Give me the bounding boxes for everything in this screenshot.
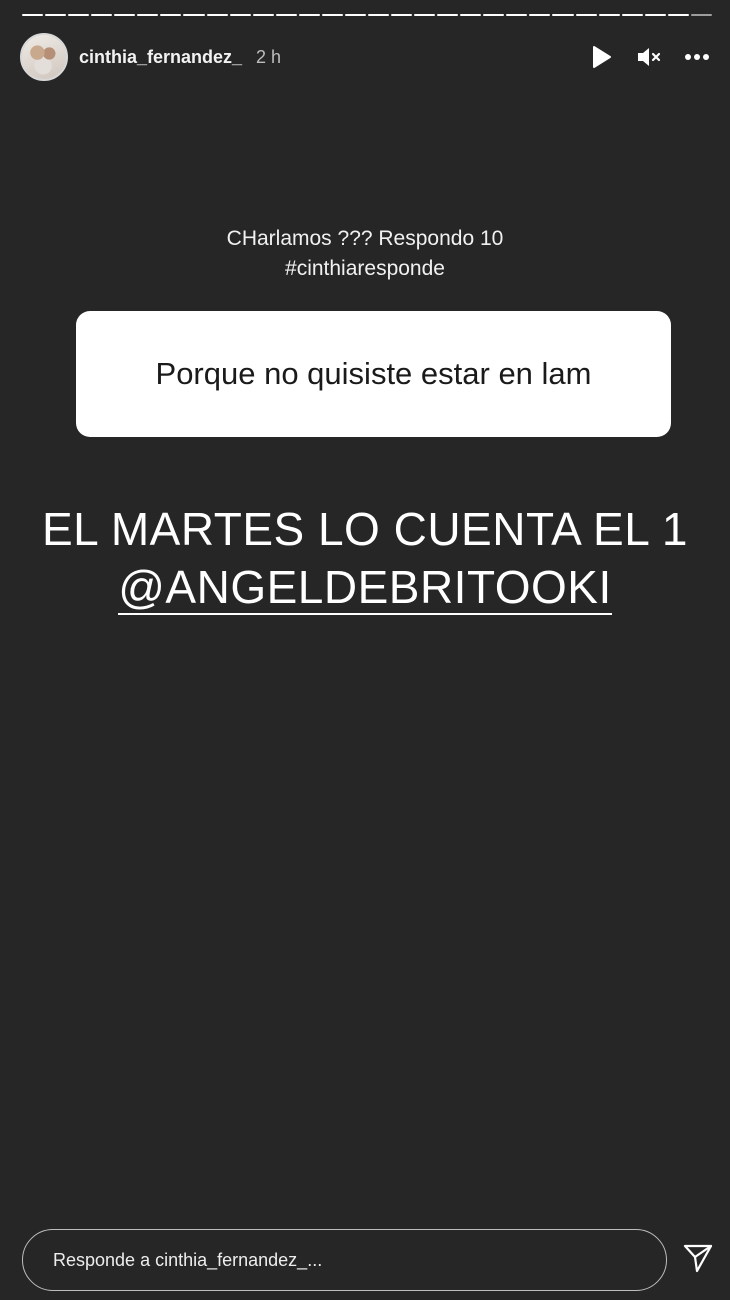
more-icon (685, 54, 709, 60)
question-text: Porque no quisiste estar en lam (155, 356, 592, 391)
mute-button[interactable] (632, 40, 666, 74)
progress-segment (367, 14, 389, 16)
play-icon (593, 46, 611, 68)
timestamp: 2 h (256, 46, 282, 67)
progress-segment (252, 14, 274, 16)
progress-segment (22, 14, 44, 16)
progress-segment (321, 14, 343, 16)
progress-segment (483, 14, 505, 16)
send-button[interactable] (680, 1240, 716, 1276)
progress-segment (644, 14, 666, 16)
progress-segment (575, 14, 597, 16)
progress-segment (45, 14, 67, 16)
progress-segment (414, 14, 436, 16)
play-button[interactable] (584, 40, 618, 74)
send-icon (683, 1244, 713, 1273)
progress-segment (206, 14, 228, 16)
progress-segment (229, 14, 251, 16)
story-header: cinthia_fernandez_ 2 h (20, 32, 714, 82)
answer-line: EL MARTES LO CUENTA EL 1 (42, 503, 688, 555)
mute-icon (638, 48, 661, 66)
answer-text: EL MARTES LO CUENTA EL 1 @ANGELDEBRITOOK… (0, 500, 730, 616)
progress-segment (552, 14, 574, 16)
more-options-button[interactable] (680, 40, 714, 74)
question-prompt: CHarlamos ??? Respondo 10 (226, 227, 504, 250)
progress-segment (275, 14, 297, 16)
progress-segment (437, 14, 459, 16)
progress-segment (391, 14, 413, 16)
question-sticker-header: CHarlamos ??? Respondo 10 #cinthiarespon… (0, 224, 730, 284)
progress-segment (183, 14, 205, 16)
avatar[interactable] (20, 33, 68, 81)
progress-segment (114, 14, 136, 16)
progress-segment (621, 14, 643, 16)
mention-link[interactable]: @ANGELDEBRITOOKI (118, 561, 612, 615)
reply-input[interactable]: Responde a cinthia_fernandez_... (22, 1229, 667, 1291)
progress-segment (68, 14, 90, 16)
progress-segment (91, 14, 113, 16)
reply-placeholder: Responde a cinthia_fernandez_... (53, 1249, 323, 1270)
story-progress-bar (22, 14, 712, 16)
progress-segment (529, 14, 551, 16)
question-sticker[interactable]: Porque no quisiste estar en lam (76, 311, 671, 437)
progress-segment (160, 14, 182, 16)
question-hashtag: #cinthiaresponde (285, 257, 445, 280)
progress-segment (667, 14, 689, 16)
progress-segment (506, 14, 528, 16)
username[interactable]: cinthia_fernandez_ (79, 47, 242, 68)
progress-segment (690, 14, 712, 16)
progress-segment (598, 14, 620, 16)
progress-segment (460, 14, 482, 16)
progress-segment (298, 14, 320, 16)
progress-segment (137, 14, 159, 16)
progress-segment (344, 14, 366, 16)
